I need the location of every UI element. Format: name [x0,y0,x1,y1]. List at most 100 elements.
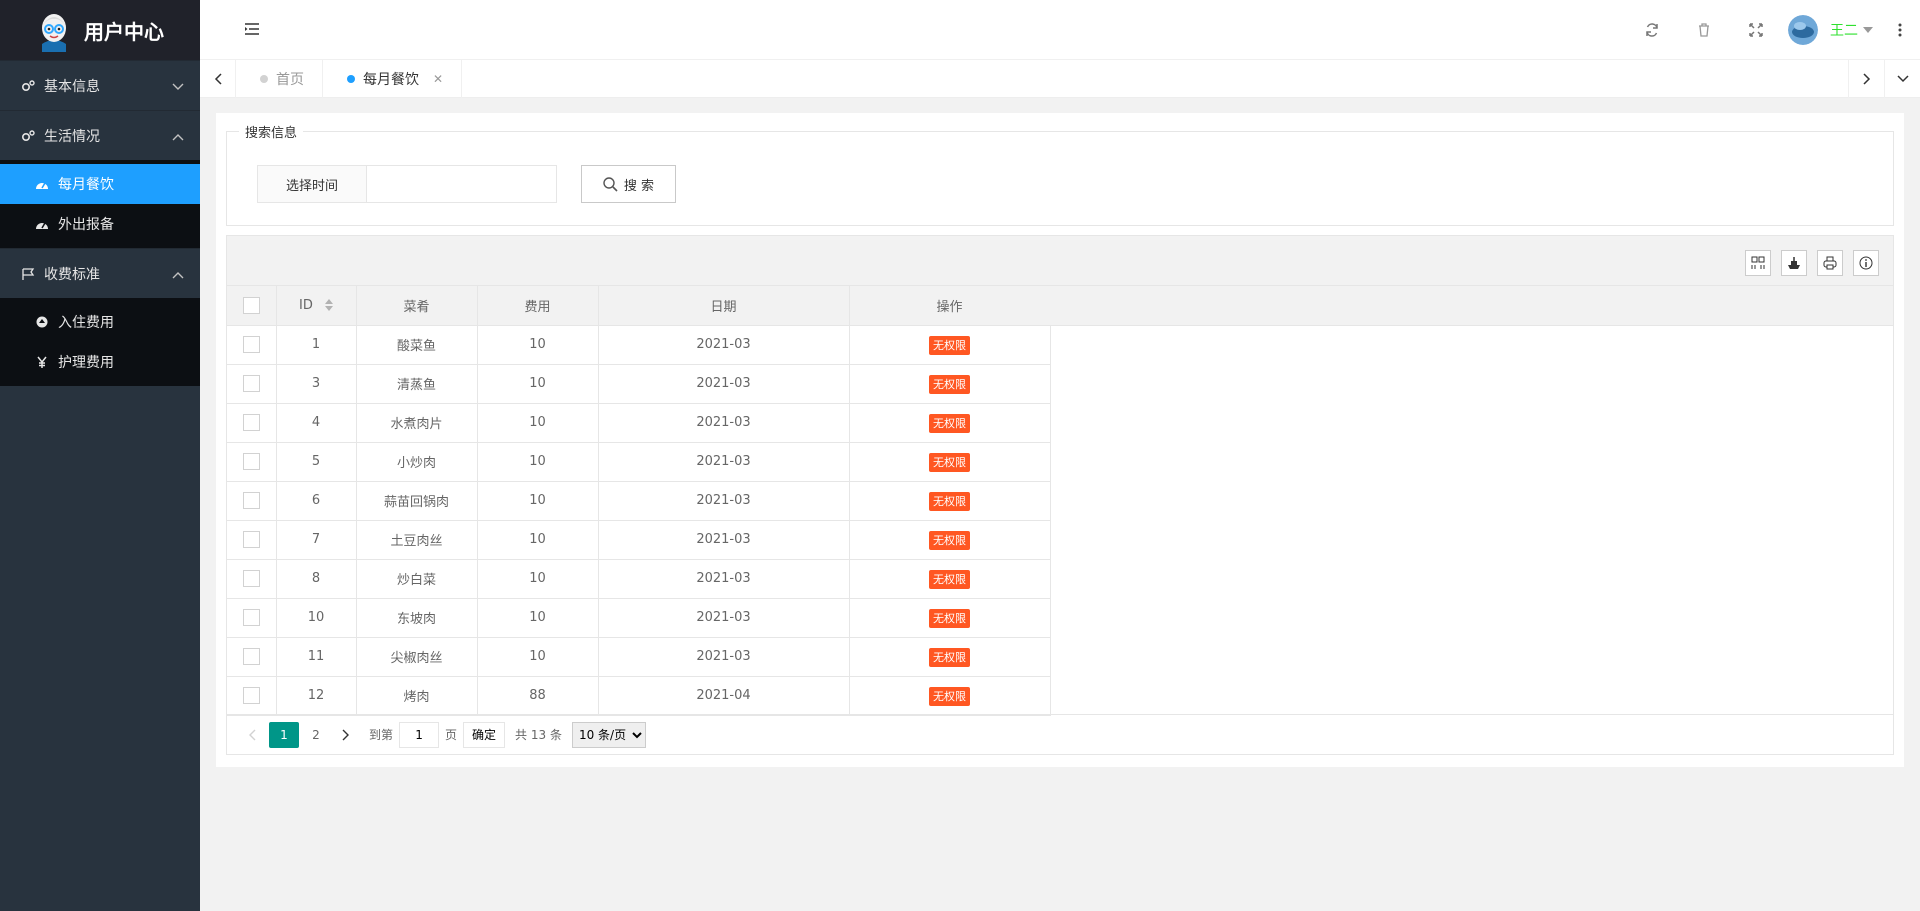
gears-icon [20,79,36,92]
sidebar-group-life[interactable]: 生活情况 [0,110,200,160]
sidebar-group-basic-info[interactable]: 基本信息 [0,60,200,110]
row-checkbox[interactable] [242,609,260,626]
cell-id: 7 [276,520,357,560]
cell-dish: 烤肉 [356,676,478,716]
sidebar-group-label: 生活情况 [44,128,100,145]
cell-cost: 10 [477,364,599,404]
sidebar-item-care-fee[interactable]: 护理费用 [0,342,200,382]
cell-dish: 酸菜鱼 [356,325,478,365]
goto-confirm-button[interactable]: 确定 [463,721,506,748]
header-checkbox-cell [227,286,277,326]
sidebar: 用户中心 基本信息 生活情况 每月餐饮 外出报备 收费标准 入住费用 护理费用 [0,0,200,911]
no-permission-badge[interactable]: 无权限 [929,686,970,706]
cell-dish: 蒜苗回锅肉 [356,481,478,521]
row-checkbox[interactable] [242,453,260,470]
tab-scroll-left-icon[interactable] [200,60,236,98]
sidebar-item-label: 护理费用 [58,355,114,371]
row-checkbox-cell [227,442,277,482]
column-header-label: ID [299,297,313,313]
tab-menu-chevron-down-icon[interactable] [1884,60,1920,98]
tab-dot-icon [347,75,355,83]
user-avatar[interactable] [1788,15,1818,45]
sidebar-item-outing-report[interactable]: 外出报备 [0,204,200,244]
close-icon[interactable]: ✕ [433,72,443,86]
row-checkbox[interactable] [242,648,260,665]
tab-scroll-right-icon[interactable] [1848,60,1884,98]
sidebar-item-checkin-fee[interactable]: 入住费用 [0,302,200,342]
sidebar-group-fees[interactable]: 收费标准 [0,248,200,298]
row-checkbox[interactable] [242,492,260,509]
no-permission-badge[interactable]: 无权限 [929,452,970,472]
cell-action: 无权限 [849,559,1051,599]
no-permission-badge[interactable]: 无权限 [929,491,970,511]
goto-label: 到第 [369,728,394,742]
page-number-2[interactable]: 2 [303,722,329,748]
search-fieldset: 搜索信息 选择时间 搜 索 [226,122,1894,226]
no-permission-badge[interactable]: 无权限 [929,608,970,628]
sort-icon[interactable] [325,299,333,312]
table-row: 12 烤肉 88 2021-04 无权限 [227,676,1051,716]
columns-filter-icon[interactable] [1745,250,1771,276]
cell-action: 无权限 [849,403,1051,443]
cell-cost: 88 [477,676,599,716]
row-checkbox[interactable] [242,687,260,704]
row-checkbox[interactable] [242,336,260,353]
refresh-icon[interactable] [1626,0,1678,60]
logo[interactable]: 用户中心 [0,0,200,60]
table-header-filler [1050,286,1893,326]
sidebar-item-monthly-meals[interactable]: 每月餐饮 [0,164,200,204]
gears-icon [20,129,36,142]
prev-page-icon[interactable] [239,722,265,748]
cell-id: 11 [276,637,357,677]
select-all-checkbox[interactable] [242,296,260,314]
row-checkbox[interactable] [242,570,260,587]
cell-cost: 10 [477,442,599,482]
tab-monthly-meals[interactable]: 每月餐饮 ✕ [323,60,463,98]
goto-page-input[interactable] [399,721,440,748]
no-permission-badge[interactable]: 无权限 [929,335,970,355]
cell-cost: 10 [477,598,599,638]
row-checkbox[interactable] [242,414,260,431]
info-icon[interactable] [1853,250,1879,276]
no-permission-badge[interactable]: 无权限 [929,530,970,550]
table-row: 7 土豆肉丝 10 2021-03 无权限 [227,520,1051,560]
no-permission-badge[interactable]: 无权限 [929,413,970,433]
table-row: 10 东坡肉 10 2021-03 无权限 [227,598,1051,638]
table-toolbar [227,236,1893,286]
print-icon[interactable] [1817,250,1843,276]
menu-toggle-icon[interactable] [244,22,260,40]
sidebar-item-label: 入住费用 [58,315,114,331]
next-page-icon[interactable] [333,722,359,748]
yuan-icon [34,356,50,368]
fullscreen-icon[interactable] [1730,0,1782,60]
table-row: 6 蒜苗回锅肉 10 2021-03 无权限 [227,481,1051,521]
search-button[interactable]: 搜 索 [581,165,676,203]
tab-home[interactable]: 首页 [236,60,323,98]
more-vertical-icon[interactable] [1888,23,1912,37]
chevron-up-icon [172,129,184,145]
cell-date: 2021-03 [598,364,850,404]
export-icon[interactable] [1781,250,1807,276]
column-header-action: 操作 [849,286,1051,326]
column-header-id[interactable]: ID [276,286,357,326]
no-permission-badge[interactable]: 无权限 [929,569,970,589]
page-size-select[interactable]: 10 条/页 [571,721,646,748]
cell-dish: 清蒸鱼 [356,364,478,404]
cell-dish: 东坡肉 [356,598,478,638]
cell-id: 12 [276,676,357,716]
row-checkbox[interactable] [242,375,260,392]
no-permission-badge[interactable]: 无权限 [929,647,970,667]
user-name: 王二 [1830,23,1858,39]
page-number-1[interactable]: 1 [269,721,299,748]
row-checkbox[interactable] [242,531,260,548]
no-permission-badge[interactable]: 无权限 [929,374,970,394]
trash-icon[interactable] [1678,0,1730,60]
row-checkbox-cell [227,598,277,638]
search-time-input[interactable] [367,165,557,203]
cell-action: 无权限 [849,364,1051,404]
user-menu[interactable]: 王二 [1830,20,1874,40]
cell-action: 无权限 [849,598,1051,638]
chevron-down-icon [172,79,184,95]
column-header-date: 日期 [598,286,850,326]
cell-date: 2021-03 [598,598,850,638]
